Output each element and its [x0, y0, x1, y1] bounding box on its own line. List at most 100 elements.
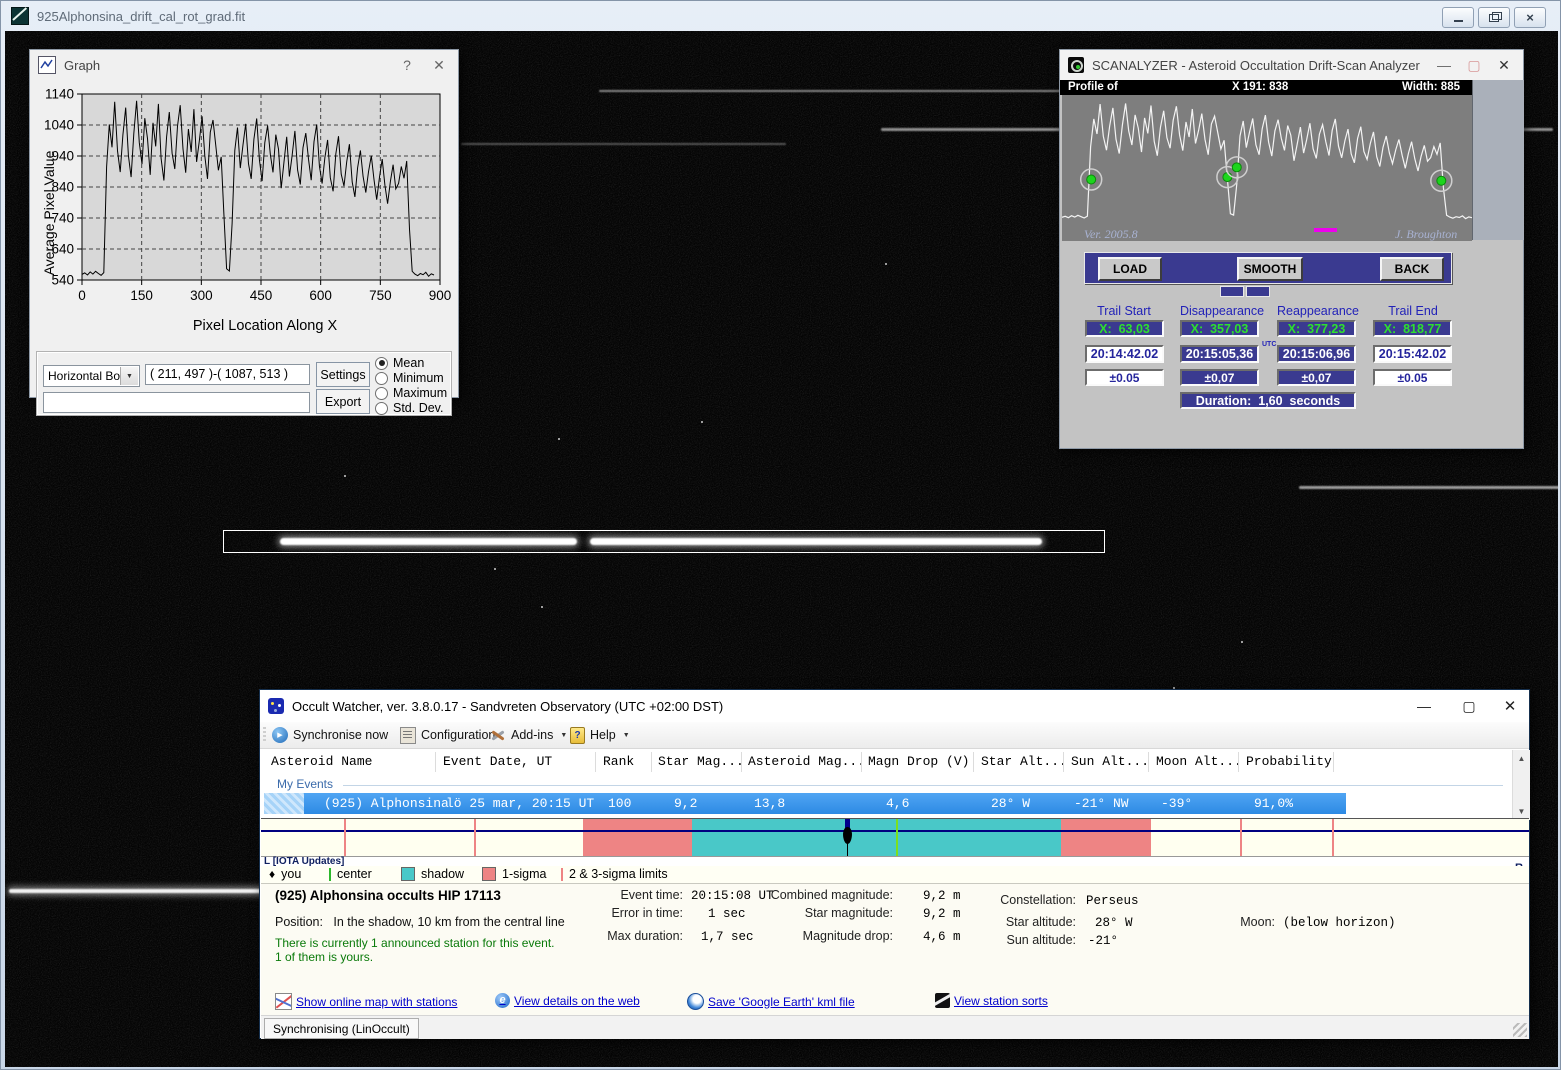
occult-watcher-window: Occult Watcher, ver. 3.8.0.17 - Sandvret… [259, 689, 1530, 1039]
scan-maximize-icon[interactable]: ▢ [1459, 50, 1489, 80]
center-line-icon [329, 868, 331, 881]
col-star-alt[interactable]: Star Alt... [981, 754, 1067, 769]
smooth-button[interactable]: SMOOTH [1237, 257, 1303, 281]
disappearance-error-field[interactable]: ±0,07 [1180, 369, 1259, 386]
path-region-shadow [692, 819, 1061, 856]
my-events-group-label[interactable]: My Events [277, 777, 339, 791]
radio-maximum-circle[interactable] [375, 387, 388, 400]
star-dot [494, 568, 496, 570]
trail-end-x-field[interactable]: X: 818,77 [1373, 320, 1452, 337]
legend-you: ♦you [269, 867, 301, 881]
scan-minimize-icon[interactable]: — [1429, 50, 1459, 80]
fits-image-canvas[interactable]: Graph ? ✕ 540640740840940104011400150300… [5, 31, 1558, 1067]
view-details-link[interactable]: eView details on the web [495, 993, 640, 1008]
cell-event-date: lö 25 mar, 20:15 UT [446, 796, 594, 811]
ow-status-bar: Synchronising (LinOccult) [261, 1015, 1529, 1039]
box-mode-value: Horizontal Box [48, 369, 126, 383]
minimize-button[interactable] [1442, 7, 1474, 28]
scan-close-icon[interactable]: ✕ [1489, 50, 1519, 80]
drift-scan-profile-chart[interactable] [1062, 95, 1472, 227]
combined-magnitude-label: Combined magnitude: [723, 888, 893, 902]
events-list[interactable]: My Events (925) Alphonsina lö 25 mar, 20… [261, 774, 1513, 818]
load-button[interactable]: LOAD [1098, 257, 1162, 281]
cell-magn-drop: 4,6 [886, 796, 909, 811]
ow-maximize-icon[interactable]: ▢ [1454, 691, 1484, 721]
graph-help-button[interactable]: ? [392, 50, 422, 80]
export-path-field[interactable] [43, 392, 310, 413]
box-mode-dropdown[interactable]: Horizontal Box ▼ [43, 365, 140, 387]
col-event-date[interactable]: Event Date, UT [443, 754, 552, 769]
close-button[interactable]: × [1514, 7, 1546, 28]
graph-titlebar[interactable]: Graph ? ✕ [30, 50, 458, 80]
position-value: In the shadow, 10 km from the central li… [333, 915, 564, 929]
radio-maximum[interactable]: Maximum [375, 386, 447, 400]
resize-grip[interactable] [1513, 1023, 1527, 1037]
disappearance-label: Disappearance [1180, 304, 1260, 318]
box-coords-field[interactable]: ( 211, 497 )-( 1087, 513 ) [145, 364, 310, 385]
measurement-selection-box[interactable] [223, 530, 1105, 553]
synchronise-label: Synchronise now [293, 728, 388, 742]
trail-start-time-field[interactable]: 20:14:42.02 [1085, 345, 1164, 363]
disappearance-x-field[interactable]: X: 357,03 [1180, 320, 1259, 337]
col-magn-drop[interactable]: Magn Drop (V) [868, 754, 969, 769]
svg-text:600: 600 [309, 288, 332, 303]
svg-text:150: 150 [130, 288, 153, 303]
list-scrollbar[interactable]: ▲ ▼ [1512, 750, 1530, 820]
trail-start-error-field[interactable]: ±0.05 [1085, 369, 1164, 386]
trail-end-time-field[interactable]: 20:15:42.02 [1373, 345, 1452, 363]
events-table-header[interactable]: Asteroid Name Event Date, UT Rank Star M… [261, 750, 1513, 775]
reappearance-x-field[interactable]: X: 377,23 [1277, 320, 1356, 337]
col-probability[interactable]: Probability [1246, 754, 1332, 769]
back-button[interactable]: BACK [1380, 257, 1444, 281]
col-asteroid-name[interactable]: Asteroid Name [271, 754, 372, 769]
group-divider [343, 785, 1503, 786]
trail-end-error-field[interactable]: ±0.05 [1373, 369, 1452, 386]
radio-stddev-circle[interactable] [375, 402, 388, 415]
graph-close-icon[interactable]: ✕ [424, 50, 454, 80]
settings-button[interactable]: Settings [316, 362, 370, 387]
trail-start-x-field[interactable]: X: 63,03 [1085, 320, 1164, 337]
trail-width-readout: Width: 885 [1402, 81, 1460, 93]
synchronise-now-button[interactable]: ▶ Synchronise now [272, 725, 388, 745]
show-map-link[interactable]: Show online map with stations [275, 993, 457, 1010]
radio-mean[interactable]: Mean [375, 356, 424, 370]
col-moon-alt[interactable]: Moon Alt... [1156, 754, 1242, 769]
legend-23sigma: 2 & 3-sigma limits [561, 867, 668, 881]
star-dot [701, 421, 703, 423]
help-menu[interactable]: ? Help ▼ [570, 725, 630, 745]
configuration-button[interactable]: Configuration [400, 725, 495, 745]
event-row-alphonsina[interactable]: (925) Alphonsina lö 25 mar, 20:15 UT 100… [264, 793, 1346, 814]
web-browser-icon: e [495, 993, 510, 1008]
ow-minimize-icon[interactable]: — [1409, 691, 1439, 721]
station-sorts-link[interactable]: View station sorts [935, 993, 1048, 1008]
dropdown-arrow-icon[interactable]: ▼ [120, 367, 138, 385]
cell-rank: 100 [608, 796, 631, 811]
col-asteroid-mag[interactable]: Asteroid Mag... [748, 754, 865, 769]
reappearance-error-field[interactable]: ±0,07 [1277, 369, 1356, 386]
col-sun-alt[interactable]: Sun Alt... [1071, 754, 1149, 769]
radio-minimum-circle[interactable] [375, 372, 388, 385]
you-position-marker[interactable] [842, 819, 854, 856]
constellation-label: Constellation: [976, 893, 1076, 907]
ow-titlebar[interactable]: Occult Watcher, ver. 3.8.0.17 - Sandvret… [260, 690, 1529, 722]
synchronise-icon: ▶ [272, 727, 288, 743]
col-rank[interactable]: Rank [603, 754, 634, 769]
star-dot [558, 438, 560, 440]
save-kml-link[interactable]: Save 'Google Earth' kml file [687, 993, 855, 1010]
star-dot [541, 606, 543, 608]
scroll-up-icon[interactable]: ▲ [1513, 750, 1530, 767]
smooth-level-indicator[interactable] [1220, 286, 1270, 297]
disappearance-time-field[interactable]: 20:15:05,36 [1180, 345, 1259, 363]
restore-button[interactable] [1478, 7, 1510, 28]
radio-minimum[interactable]: Minimum [375, 371, 444, 385]
ow-close-icon[interactable]: ✕ [1495, 691, 1525, 721]
export-button[interactable]: Export [316, 389, 370, 414]
radio-mean-circle[interactable] [375, 357, 388, 370]
col-star-mag[interactable]: Star Mag... [658, 754, 744, 769]
radio-stddev[interactable]: Std. Dev. [375, 401, 443, 415]
occultation-path-bar[interactable] [261, 818, 1529, 857]
reappearance-time-field[interactable]: 20:15:06,96 [1277, 345, 1356, 363]
addins-menu[interactable]: Add-ins ▼ [490, 725, 567, 745]
scanalyzer-window: SCANALYZER - Asteroid Occultation Drift-… [1059, 49, 1524, 449]
scanalyzer-titlebar[interactable]: SCANALYZER - Asteroid Occultation Drift-… [1060, 50, 1523, 80]
